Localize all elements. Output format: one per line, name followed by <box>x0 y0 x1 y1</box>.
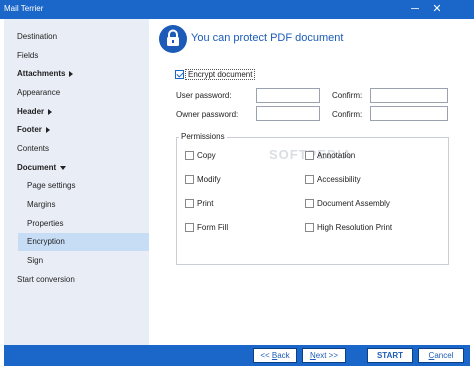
sidebar-item-footer[interactable]: Footer <box>4 121 149 139</box>
user-password-label: User password: <box>176 91 232 100</box>
back-button[interactable]: << Back <box>253 348 297 363</box>
document-assembly-label: Document Assembly <box>317 199 390 208</box>
form-fill-checkbox[interactable] <box>185 223 194 232</box>
chevron-right-icon <box>48 108 53 115</box>
cancel-label: ancel <box>434 351 454 360</box>
sidebar-item-label: Header <box>17 107 45 116</box>
copy-label: Copy <box>197 151 216 160</box>
sidebar-item-sign[interactable]: Sign <box>4 252 149 270</box>
user-confirm-input[interactable] <box>370 88 448 103</box>
sidebar-item-label: Start conversion <box>17 275 75 284</box>
accessibility-checkbox[interactable] <box>305 175 314 184</box>
sidebar-item-label: Sign <box>27 256 44 265</box>
sidebar-item-label: Margins <box>27 200 56 209</box>
lock-icon <box>159 25 187 53</box>
sidebar-item-label: Fields <box>17 51 39 60</box>
close-button[interactable]: ✕ <box>427 0 447 19</box>
sidebar-item-appearance[interactable]: Appearance <box>4 84 149 102</box>
sidebar: Destination Fields Attachments Appearanc… <box>4 19 153 345</box>
owner-password-label: Owner password: <box>176 110 239 119</box>
sidebar-item-page-settings[interactable]: Page settings <box>4 177 149 195</box>
accessibility-label: Accessibility <box>317 175 361 184</box>
sidebar-item-label: Appearance <box>17 88 61 97</box>
window-title: Mail Terrier <box>4 4 44 13</box>
start-button[interactable]: START <box>367 348 413 363</box>
sidebar-item-destination[interactable]: Destination <box>4 28 149 46</box>
form-fill-label: Form Fill <box>197 223 229 232</box>
sidebar-item-margins[interactable]: Margins <box>4 196 149 214</box>
back-label: ack <box>277 351 290 360</box>
annotation-checkbox[interactable] <box>305 151 314 160</box>
user-password-input[interactable] <box>256 88 320 103</box>
sidebar-item-label: Encryption <box>27 237 65 246</box>
sidebar-item-label: Attachments <box>17 69 66 78</box>
chevron-right-icon <box>69 70 74 77</box>
copy-checkbox[interactable] <box>185 151 194 160</box>
sidebar-item-label: Destination <box>17 32 58 41</box>
permissions-legend: Permissions <box>179 132 227 141</box>
owner-confirm-input[interactable] <box>370 106 448 121</box>
chevron-down-icon <box>60 165 67 170</box>
main-panel: You can protect PDF document Encrypt doc… <box>149 19 470 345</box>
modify-label: Modify <box>197 175 221 184</box>
sidebar-item-contents[interactable]: Contents <box>4 140 149 158</box>
title-bar: Mail Terrier ─ ✕ <box>0 0 474 19</box>
user-confirm-label: Confirm: <box>332 91 363 100</box>
high-resolution-print-checkbox[interactable] <box>305 223 314 232</box>
encrypt-document-checkbox[interactable] <box>175 70 184 79</box>
document-assembly-checkbox[interactable] <box>305 199 314 208</box>
sidebar-item-start-conversion[interactable]: Start conversion <box>4 271 149 289</box>
footer-bar: << Back Next >> START Cancel <box>4 345 470 366</box>
print-label: Print <box>197 199 214 208</box>
sidebar-item-label: Footer <box>17 125 42 134</box>
chevron-right-icon <box>45 126 50 133</box>
sidebar-item-label: Document <box>17 163 57 172</box>
page-title: You can protect PDF document <box>191 32 344 44</box>
next-label: ext >> <box>315 351 339 360</box>
encrypt-document-label[interactable]: Encrypt document <box>185 69 256 80</box>
print-checkbox[interactable] <box>185 199 194 208</box>
next-button[interactable]: Next >> <box>302 348 346 363</box>
owner-password-input[interactable] <box>256 106 320 121</box>
sidebar-item-label: Properties <box>27 219 64 228</box>
high-resolution-print-label: High Resolution Print <box>317 223 393 232</box>
back-prefix: << <box>260 351 272 360</box>
sidebar-item-document[interactable]: Document <box>4 159 149 177</box>
sidebar-item-header[interactable]: Header <box>4 103 149 121</box>
annotation-label: Annotation <box>317 151 356 160</box>
minimize-button[interactable]: ─ <box>405 0 425 19</box>
modify-checkbox[interactable] <box>185 175 194 184</box>
sidebar-item-label: Contents <box>17 144 50 153</box>
owner-confirm-label: Confirm: <box>332 110 363 119</box>
sidebar-item-attachments[interactable]: Attachments <box>4 65 149 83</box>
sidebar-item-encryption[interactable]: Encryption <box>18 233 153 251</box>
sidebar-item-properties[interactable]: Properties <box>4 215 149 233</box>
sidebar-item-fields[interactable]: Fields <box>4 47 149 65</box>
sidebar-item-label: Page settings <box>27 181 76 190</box>
cancel-button[interactable]: Cancel <box>418 348 464 363</box>
